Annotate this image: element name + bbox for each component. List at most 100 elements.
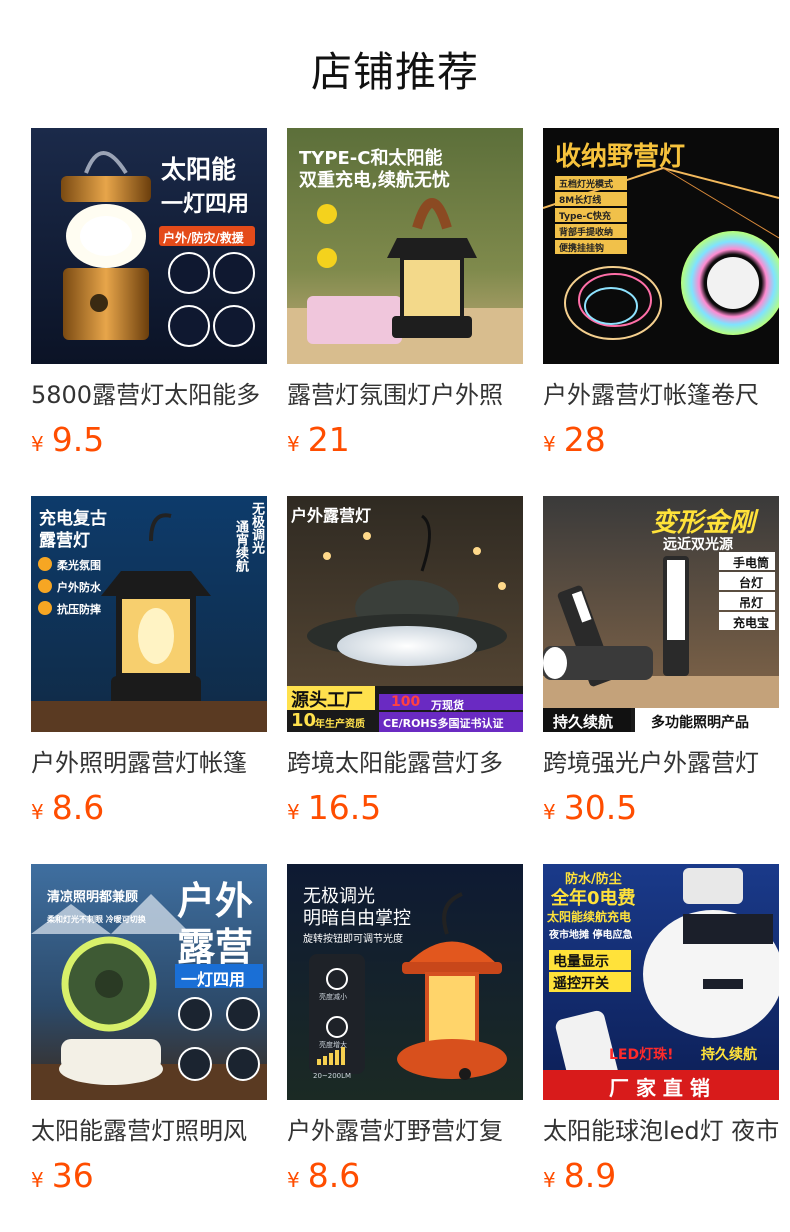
product-card[interactable]: 充电复古 露营灯 柔光氛围 户外防水 抗压防摔 无极调光 通宵续航 户外照明露营… [31,496,267,830]
product-card[interactable]: 无极调光 明暗自由掌控 旋转按钮即可调节光度 亮度减小 亮度增大 20~200L… [287,864,523,1198]
product-card[interactable]: 清凉照明都兼顾 柔和灯光不刺眼 冷暖可切换 户外 露营 一灯四用 太阳能露营灯照… [31,864,267,1198]
product-image[interactable]: 收纳野营灯 五档灯光模式 8M长灯线 Type-C快充 背部手提收纳 便携挂挂钩 [543,128,779,364]
image-text: 太阳能续航充电 [547,910,632,924]
price-value: 8.6 [51,788,105,827]
product-title[interactable]: 跨境太阳能露营灯多 [287,746,523,780]
image-text: Type-C快充 [559,212,611,222]
product-image[interactable]: TYPE-C和太阳能 双重充电,续航无忧 [287,128,523,364]
image-text: 抗压防摔 [57,603,101,616]
product-card[interactable]: TYPE-C和太阳能 双重充电,续航无忧 露营灯氛围灯户外照 ¥21 [287,128,523,462]
product-price: ¥9.5 [31,418,267,462]
image-text: 电量显示 [553,954,609,970]
image-text: 一灯四用 [181,970,246,989]
product-image[interactable]: 防水/防尘 全年0电费 太阳能续航充电 夜市地摊 停电应急 电量显示 遥控开关 … [543,864,779,1100]
image-text: 露营 [177,925,254,969]
image-text: 源头工厂 [291,690,363,711]
image-text: 100 [391,694,421,710]
product-title[interactable]: 太阳能露营灯照明风 [31,1114,267,1148]
product-image[interactable]: 清凉照明都兼顾 柔和灯光不刺眼 冷暖可切换 户外 露营 一灯四用 [31,864,267,1100]
image-text: 便携挂挂钩 [559,244,605,254]
price-value: 21 [307,420,350,459]
image-text: 露营灯 [39,531,90,551]
image-text: 万现货 [431,699,464,712]
product-title[interactable]: 太阳能球泡led灯 夜市 [543,1114,779,1148]
image-text: 五档灯光模式 [559,180,614,190]
image-text: 太阳能 [161,155,237,184]
currency-symbol: ¥ [31,800,44,824]
image-text: 柔光氛围 [57,559,101,572]
image-text: 手电筒 [733,556,770,570]
product-card[interactable]: 变形金刚 远近双光源 手电筒 台灯 吊灯 充电宝 持久续航 多功能照明产品 跨境… [543,496,779,830]
image-text: 厂 家 直 销 [609,1076,710,1100]
product-title[interactable]: 露营灯氛围灯户外照 [287,378,523,412]
image-text: 收纳野营灯 [555,142,686,172]
product-price: ¥8.6 [31,786,267,830]
image-text: 夜市地摊 停电应急 [549,930,633,941]
image-text: 旋转按钮即可调节光度 [303,934,403,945]
image-text: 双重充电,续航无忧 [299,170,450,191]
image-text: 户外露营灯 [291,506,372,525]
product-card[interactable]: 防水/防尘 全年0电费 太阳能续航充电 夜市地摊 停电应急 电量显示 遥控开关 … [543,864,779,1198]
product-image[interactable]: 变形金刚 远近双光源 手电筒 台灯 吊灯 充电宝 持久续航 多功能照明产品 [543,496,779,732]
product-price: ¥36 [31,1154,267,1198]
image-text: 户外/防灾/救援 [163,231,244,245]
product-title[interactable]: 户外露营灯野营灯复 [287,1114,523,1148]
currency-symbol: ¥ [543,800,556,824]
product-card[interactable]: 户外露营灯 源头工厂 100 万现货 10 年生产资质 CE/ROHS多国证书认… [287,496,523,830]
product-title[interactable]: 户外露营灯帐篷卷尺 [543,378,779,412]
image-text: 全年0电费 [551,888,636,909]
image-text: 持久续航 [553,713,614,731]
page-header: 店铺推荐 [0,0,790,128]
product-price: ¥8.9 [543,1154,779,1198]
image-text: 明暗自由掌控 [303,908,411,929]
product-card[interactable]: 收纳野营灯 五档灯光模式 8M长灯线 Type-C快充 背部手提收纳 便携挂挂钩… [543,128,779,462]
image-text: 亮度增大 [319,1041,347,1049]
image-text: 台灯 [739,576,764,590]
price-value: 16.5 [307,788,382,827]
product-image[interactable]: 太阳能 一灯四用 户外/防灾/救援 [31,128,267,364]
currency-symbol: ¥ [287,432,300,456]
price-value: 36 [51,1156,94,1195]
price-value: 8.9 [563,1156,617,1195]
image-text: 年生产资质 [315,719,365,730]
product-title[interactable]: 跨境强光户外露营灯 [543,746,779,780]
product-image[interactable]: 充电复古 露营灯 柔光氛围 户外防水 抗压防摔 无极调光 通宵续航 [31,496,267,732]
image-text: 亮度减小 [319,993,347,1001]
image-text: 20~200LM [313,1072,352,1080]
image-text: 户外防水 [57,581,101,594]
price-value: 9.5 [51,420,105,459]
image-text: 多功能照明产品 [651,715,749,731]
product-card[interactable]: 太阳能 一灯四用 户外/防灾/救援 5800露营灯太阳能多 ¥9.5 [31,128,267,462]
image-text: 遥控开关 [553,976,609,992]
product-price: ¥30.5 [543,786,779,830]
image-text: 充电宝 [733,616,770,630]
product-title[interactable]: 户外照明露营灯帐篷 [31,746,267,780]
image-text: 通宵续航 [233,520,248,572]
image-text: 清凉照明都兼顾 [47,890,139,905]
image-text: 10 [291,710,317,731]
product-price: ¥21 [287,418,523,462]
image-text: 持久续航 [701,1047,757,1063]
product-price: ¥8.6 [287,1154,523,1198]
page-title: 店铺推荐 [311,48,479,96]
image-text: 吊灯 [739,596,764,610]
price-value: 28 [563,420,606,459]
product-price: ¥28 [543,418,779,462]
currency-symbol: ¥ [287,1168,300,1192]
image-text: 8M长灯线 [559,196,602,206]
price-value: 30.5 [563,788,638,827]
image-text: 背部手提收纳 [559,228,614,238]
product-image[interactable]: 户外露营灯 源头工厂 100 万现货 10 年生产资质 CE/ROHS多国证书认… [287,496,523,732]
currency-symbol: ¥ [287,800,300,824]
currency-symbol: ¥ [31,1168,44,1192]
price-value: 8.6 [307,1156,361,1195]
currency-symbol: ¥ [543,432,556,456]
image-text: CE/ROHS多国证书认证 [383,717,504,730]
image-text: 一灯四用 [161,192,250,217]
product-price: ¥16.5 [287,786,523,830]
image-text: 柔和灯光不刺眼 冷暖可切换 [47,915,146,924]
currency-symbol: ¥ [543,1168,556,1192]
product-title[interactable]: 5800露营灯太阳能多 [31,378,267,412]
image-text: LED灯珠! [609,1047,674,1063]
product-image[interactable]: 无极调光 明暗自由掌控 旋转按钮即可调节光度 亮度减小 亮度增大 20~200L… [287,864,523,1100]
